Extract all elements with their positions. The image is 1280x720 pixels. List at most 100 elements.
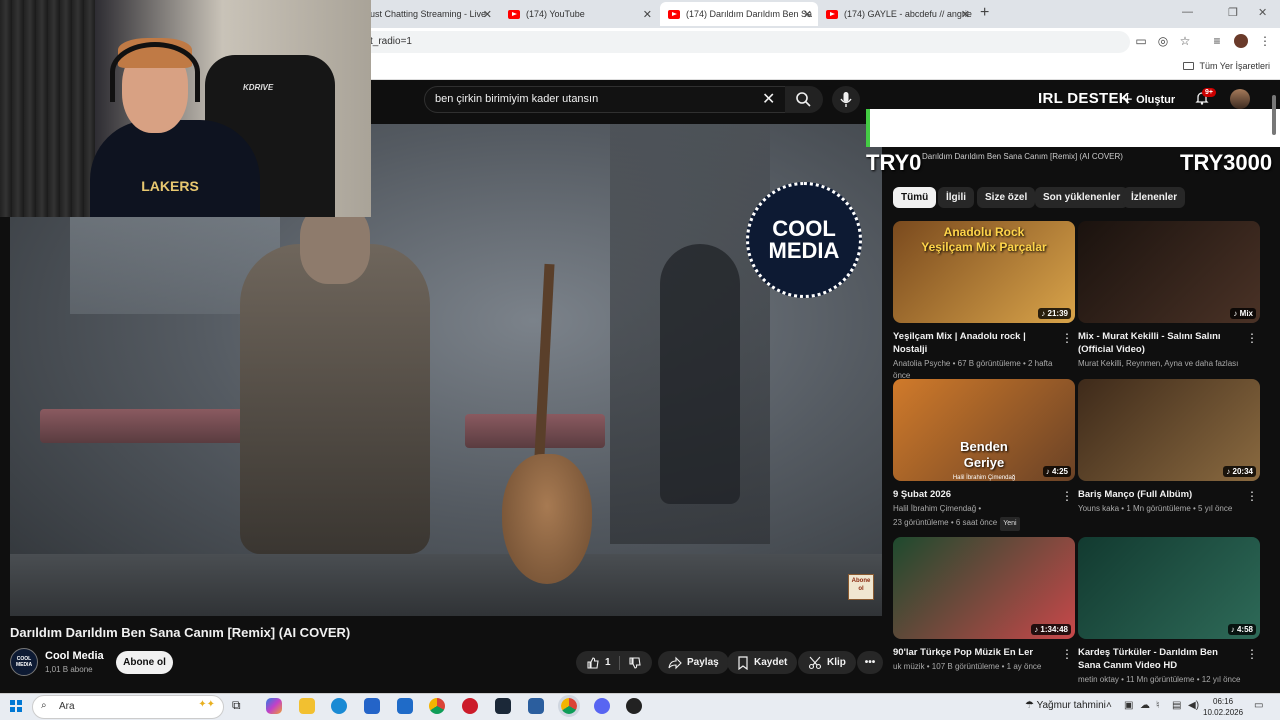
recommendation-card[interactable]: ♪ 20:34 Bariş Manço (Full Albüm) Youns k… — [1078, 379, 1260, 515]
sparkle-icon: ✦✦ — [198, 699, 215, 710]
video-thumbnail[interactable]: ♪ 1:34:48 — [893, 537, 1075, 639]
edge-icon[interactable] — [331, 698, 347, 714]
clip-button[interactable]: Klip — [798, 651, 856, 674]
chrome-icon[interactable] — [429, 698, 445, 714]
more-vertical-icon[interactable]: ⋮ — [1246, 647, 1258, 661]
video-thumbnail[interactable]: ♪ 20:34 — [1078, 379, 1260, 481]
share-button[interactable]: Paylaş — [658, 651, 729, 674]
network-icon[interactable]: ▤ — [1172, 700, 1181, 711]
close-icon[interactable]: ✕ — [483, 8, 492, 21]
video-thumbnail[interactable]: Benden Geriye Halil İbrahim Çimendağ ♪ 4:… — [893, 379, 1075, 481]
url-field[interactable]: t_radio=1 — [360, 31, 1130, 53]
tab-current-video[interactable]: (174) Darıldım Darıldım Ben Sa ✕ — [660, 2, 818, 26]
channel-name[interactable]: Cool Media — [45, 650, 104, 662]
channel-avatar[interactable]: COOL MEDIA — [10, 648, 38, 676]
obs-icon[interactable] — [626, 698, 642, 714]
chip-for-you[interactable]: Size özel — [977, 187, 1036, 208]
new-tab-button[interactable]: + — [980, 4, 989, 22]
more-vertical-icon[interactable]: ⋮ — [1246, 331, 1258, 345]
thumbs-up-icon — [587, 656, 599, 669]
tray-chevron-icon[interactable]: ˄ — [1106, 700, 1112, 711]
cast-icon[interactable]: ▭ — [1134, 34, 1148, 48]
taskbar-clock[interactable]: 06:16 10.02.2026 — [1203, 696, 1243, 718]
thumbs-down-icon[interactable] — [628, 656, 642, 670]
account-avatar[interactable] — [1230, 89, 1250, 109]
chip-recent[interactable]: Son yüklenenler — [1035, 187, 1129, 208]
eye-off-icon[interactable]: ◎ — [1156, 34, 1170, 48]
subscribe-watermark[interactable]: Abone ol — [848, 574, 874, 600]
tab-gayle[interactable]: (174) GAYLE - abcdefu // angrie ✕ — [818, 2, 976, 26]
store-icon[interactable] — [364, 698, 380, 714]
video-thumbnail[interactable]: Anadolu Rock Yeşilçam Mix Parçalar ♪ 21:… — [893, 221, 1075, 323]
steam-icon[interactable] — [495, 698, 511, 714]
bookmark-star-icon[interactable]: ☆ — [1178, 34, 1192, 48]
menu-dots-icon[interactable]: ⋮ — [1258, 34, 1272, 48]
weather-widget[interactable]: ☂ Yağmur tahmini — [1025, 700, 1106, 711]
more-vertical-icon[interactable]: ⋮ — [1061, 331, 1073, 345]
recommendation-title[interactable]: Yeşilçam Mix | Anadolu rock | Nostalji — [893, 330, 1058, 356]
duration-text: 4:25 — [1051, 467, 1068, 476]
like-button[interactable]: 1 — [586, 656, 611, 670]
irl-destek-label: IRL DESTEK — [1038, 90, 1130, 107]
search-button[interactable] — [785, 86, 823, 113]
profile-avatar[interactable] — [1234, 34, 1248, 48]
chip-watched[interactable]: İzlenenler — [1123, 187, 1186, 208]
tab-chatting-stream[interactable]: ust Chatting Streaming - Live ✕ — [362, 2, 498, 26]
chrome-active-icon[interactable] — [558, 695, 580, 717]
more-vertical-icon[interactable]: ⋮ — [1246, 489, 1258, 503]
mail-icon[interactable] — [397, 698, 413, 714]
video-thumbnail[interactable]: ♪ Mix — [1078, 221, 1260, 323]
copilot-icon[interactable] — [266, 698, 282, 714]
opera-icon[interactable] — [462, 698, 478, 714]
more-horizontal-icon: ••• — [864, 657, 876, 668]
more-actions-button[interactable]: ••• — [857, 651, 883, 674]
video-thumbnail[interactable]: ♪ 4:58 — [1078, 537, 1260, 639]
close-icon[interactable]: ✕ — [961, 8, 970, 21]
recommendation-title[interactable]: Bariş Manço (Full Albüm) — [1078, 488, 1243, 501]
scene-floor — [10, 554, 882, 616]
discord-icon[interactable] — [594, 698, 610, 714]
recommendation-card[interactable]: ♪ 1:34:48 90'lar Türkçe Pop Müzik En Ler… — [893, 537, 1075, 673]
file-explorer-icon[interactable] — [299, 698, 315, 714]
all-bookmarks[interactable]: Tüm Yer İşaretleri — [1183, 61, 1270, 71]
scrollbar-thumb[interactable] — [1272, 95, 1276, 135]
search-input[interactable]: ben çirkin birimiyim kader utansın — [424, 86, 786, 113]
notification-center-icon[interactable]: ▭ — [1254, 700, 1263, 711]
task-view-icon[interactable]: ⧉ — [232, 698, 248, 714]
app-icon[interactable] — [528, 698, 544, 714]
recommendation-title[interactable]: Mix - Murat Kekilli - Salını Salını (Off… — [1078, 330, 1243, 356]
tray-cloud-icon[interactable]: ☁ — [1140, 700, 1150, 711]
recommendation-card[interactable]: Benden Geriye Halil İbrahim Çimendağ ♪ 4:… — [893, 379, 1075, 531]
volume-icon[interactable]: ◀) — [1188, 700, 1199, 711]
reading-list-icon[interactable]: ≡ — [1210, 34, 1224, 48]
chip-all[interactable]: Tümü — [893, 187, 937, 208]
restore-icon[interactable]: ❐ — [1228, 6, 1238, 19]
tray-app-icon[interactable]: ▣ — [1124, 700, 1133, 711]
recommendation-card[interactable]: ♪ Mix Mix - Murat Kekilli - Salını Salın… — [1078, 221, 1260, 370]
recommendation-title[interactable]: 90'lar Türkçe Pop Müzik En Ler — [893, 646, 1058, 659]
more-vertical-icon[interactable]: ⋮ — [1061, 647, 1073, 661]
recommendation-card[interactable]: ♪ 4:58 Kardeş Türküler - Darıldım Ben Sa… — [1078, 537, 1260, 686]
close-icon[interactable]: ✕ — [643, 8, 652, 21]
recommendation-meta: Halil İbrahim Çimendağ • — [893, 504, 982, 513]
tab-youtube-home[interactable]: (174) YouTube ✕ — [500, 2, 658, 26]
minimize-icon[interactable]: — — [1182, 6, 1193, 18]
share-icon — [668, 656, 682, 669]
close-icon[interactable]: ✕ — [803, 8, 812, 21]
close-window-icon[interactable]: ✕ — [1258, 6, 1267, 19]
subscribe-button[interactable]: Abone ol — [116, 651, 173, 674]
clear-search-icon[interactable]: ✕ — [762, 89, 775, 109]
recommendation-title[interactable]: 9 Şubat 2026 — [893, 488, 1058, 501]
youtube-icon — [826, 9, 838, 19]
voice-search-button[interactable] — [832, 86, 860, 113]
recommendation-card[interactable]: Anadolu Rock Yeşilçam Mix Parçalar ♪ 21:… — [893, 221, 1075, 382]
save-label: Kaydet — [754, 657, 788, 668]
chip-related[interactable]: İlgili — [938, 187, 974, 208]
more-vertical-icon[interactable]: ⋮ — [1061, 489, 1073, 503]
recommendation-title[interactable]: Kardeş Türküler - Darıldım Ben Sana Canı… — [1078, 646, 1243, 672]
windows-start-icon[interactable] — [10, 700, 22, 712]
save-button[interactable]: Kaydet — [727, 651, 798, 674]
taskbar-search[interactable]: ⌕ Ara ✦✦ — [32, 695, 224, 719]
create-button[interactable]: ＋ Oluştur — [1122, 91, 1175, 107]
tray-mic-icon[interactable]: ♮ — [1156, 700, 1160, 711]
